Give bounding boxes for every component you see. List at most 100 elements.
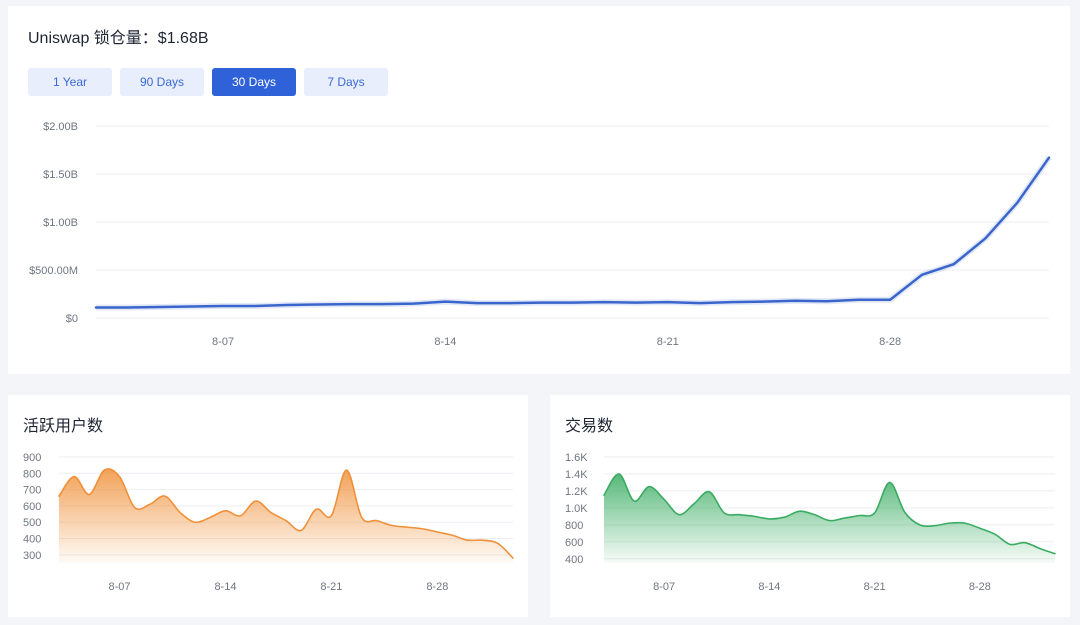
transactions-chart: 400 600 800 1.0K 1.2K 1.4K 1.6K 8-07 8-14 8-21 8-2…	[565, 452, 1056, 593]
data-point	[993, 532, 997, 536]
y-tick-label: 400	[23, 534, 41, 546]
series-area	[59, 468, 513, 563]
x-tick-label: 8-14	[434, 336, 456, 348]
data-point	[933, 524, 937, 528]
active-users-card: 活跃用户数 300 400 500 600 700 800 900 8-07 8-14 8-21 8…	[8, 395, 528, 617]
x-tick-label: 8-28	[879, 336, 901, 348]
y-tick-label: $1.50B	[43, 169, 78, 181]
data-point	[126, 305, 130, 309]
y-tick-label: $0	[66, 313, 78, 325]
data-point	[380, 302, 384, 306]
x-tick-label: 8-07	[109, 581, 131, 593]
data-point	[662, 497, 666, 501]
data-point	[329, 514, 333, 518]
data-point	[767, 517, 771, 521]
y-tick-label: 600	[565, 537, 583, 549]
x-tick-label: 8-21	[320, 581, 342, 593]
y-tick-label: $2.00B	[43, 121, 78, 133]
data-point	[843, 516, 847, 520]
data-point	[466, 538, 470, 542]
data-point	[316, 303, 320, 307]
data-point	[87, 493, 91, 497]
data-point	[299, 528, 303, 532]
data-point	[412, 302, 416, 306]
data-point	[888, 480, 892, 484]
y-tick-label: 600	[23, 501, 41, 513]
data-point	[978, 526, 982, 530]
transactions-card: 交易数 400 600 800 1.0K 1.2K 1.4K 1.6K 8-07 8-14 8-2…	[550, 395, 1070, 617]
data-point	[348, 302, 352, 306]
data-point	[793, 299, 797, 303]
x-tick-label: 8-21	[864, 581, 886, 593]
data-point	[269, 510, 273, 514]
data-point	[481, 538, 485, 542]
data-point	[507, 301, 511, 305]
y-tick-label: 700	[23, 485, 41, 497]
y-tick-label: $1.00B	[43, 217, 78, 229]
data-point	[963, 521, 967, 525]
data-point	[94, 305, 98, 309]
data-point	[285, 303, 289, 307]
data-point	[163, 494, 167, 498]
data-point	[1023, 541, 1027, 545]
x-tick-label: 8-28	[969, 581, 991, 593]
data-point	[158, 305, 162, 309]
x-tick-label: 8-21	[657, 336, 679, 348]
series-line-shadow	[96, 155, 1052, 311]
data-point	[420, 527, 424, 531]
data-point	[666, 300, 670, 304]
data-point	[617, 472, 621, 476]
y-tick-label: 800	[23, 468, 41, 480]
data-point	[435, 530, 439, 534]
data-point	[443, 300, 447, 304]
data-point	[873, 511, 877, 515]
y-tick-label: 500	[23, 517, 41, 529]
data-point	[1008, 542, 1012, 546]
data-point	[828, 519, 832, 523]
data-point	[602, 300, 606, 304]
data-point	[284, 519, 288, 523]
data-point	[722, 511, 726, 515]
data-point	[920, 273, 924, 277]
tvl-card: Uniswap 锁仓量：$1.68B 1 Year 90 Days 30 Day…	[8, 6, 1070, 374]
data-point	[405, 525, 409, 529]
series-area	[604, 473, 1055, 563]
data-point	[390, 523, 394, 527]
data-point	[314, 507, 318, 511]
y-tick-label: 900	[23, 452, 41, 464]
data-point	[1038, 547, 1042, 551]
data-point	[856, 298, 860, 302]
data-point	[692, 502, 696, 506]
x-tick-label: 8-14	[214, 581, 236, 593]
data-point	[221, 304, 225, 308]
data-point	[193, 520, 197, 524]
data-point	[761, 300, 765, 304]
data-point	[903, 510, 907, 514]
data-point	[952, 262, 956, 266]
data-point	[189, 304, 193, 308]
x-tick-label: 8-14	[758, 581, 780, 593]
data-point	[782, 515, 786, 519]
data-point	[148, 502, 152, 506]
x-tick-label: 8-07	[653, 581, 675, 593]
y-tick-label: 1.0K	[565, 503, 588, 515]
y-tick-label: $500.00M	[29, 265, 78, 277]
data-point	[707, 490, 711, 494]
data-point	[647, 485, 651, 489]
data-point	[571, 301, 575, 305]
data-point	[825, 299, 829, 303]
y-tick-label: 800	[565, 520, 583, 532]
y-tick-label: 400	[565, 554, 583, 566]
y-tick-label: 1.2K	[565, 486, 588, 498]
data-point	[118, 475, 122, 479]
data-point	[178, 510, 182, 514]
data-point	[632, 499, 636, 503]
data-point	[72, 475, 76, 479]
data-point	[1015, 201, 1019, 205]
data-point	[475, 301, 479, 305]
data-point	[918, 523, 922, 527]
data-point	[223, 509, 227, 513]
data-point	[948, 521, 952, 525]
active-users-chart: 300 400 500 600 700 800 900 8-07 8-14 8-21 8-28	[23, 452, 514, 593]
data-point	[375, 519, 379, 523]
